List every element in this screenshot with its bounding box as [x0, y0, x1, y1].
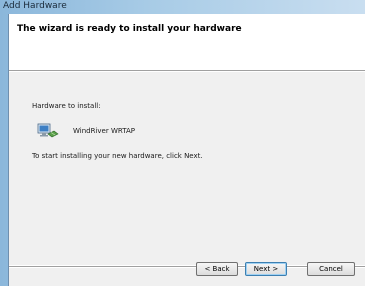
wizard-content: Hardware to install: WindRiver WRTAP To …: [9, 72, 365, 265]
instructions-text: To start installing your new hardware, c…: [32, 152, 203, 160]
wizard-client-area: The wizard is ready to install your hard…: [8, 14, 365, 286]
cancel-button[interactable]: Cancel: [307, 262, 355, 276]
hardware-name: WindRiver WRTAP: [73, 127, 135, 135]
add-hardware-window: Add Hardware The wizard is ready to inst…: [0, 0, 365, 286]
wizard-header-title: The wizard is ready to install your hard…: [17, 24, 242, 34]
network-adapter-icon: [37, 122, 59, 140]
title-bar[interactable]: Add Hardware: [0, 0, 365, 14]
hardware-to-install-label: Hardware to install:: [32, 102, 101, 110]
window-title: Add Hardware: [3, 1, 67, 11]
back-button[interactable]: < Back: [196, 262, 238, 276]
wizard-header: The wizard is ready to install your hard…: [9, 14, 365, 70]
next-button[interactable]: Next >: [245, 262, 287, 276]
